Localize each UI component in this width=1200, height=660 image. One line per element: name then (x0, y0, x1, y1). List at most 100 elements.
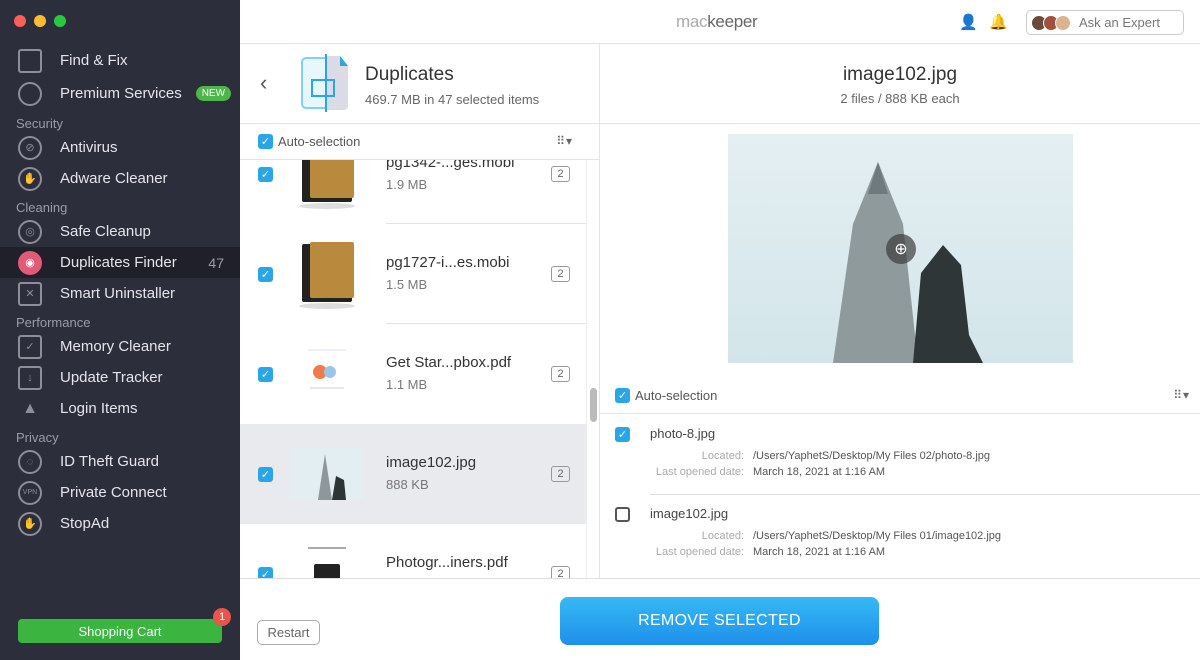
expert-avatars (1031, 14, 1071, 31)
duplicates-file-icon (301, 54, 348, 112)
book-icon (299, 160, 355, 209)
shopping-cart-button[interactable]: Shopping Cart (18, 619, 222, 643)
detail-view-options-button[interactable]: ⠿▾ (1173, 388, 1190, 402)
list-item-selected[interactable]: ✓ image102.jpg 888 KB 2 (240, 424, 586, 524)
item-checkbox[interactable]: ✓ (258, 167, 273, 182)
image-thumbnail (290, 448, 364, 500)
list-scrollbar[interactable] (586, 160, 600, 578)
no-bug-icon: ⊘ (18, 135, 42, 160)
duplicates-list-panel: ‹ Duplicates 469.7 MB in 47 selected ite… (240, 44, 600, 578)
footer: Restart REMOVE SELECTED (240, 578, 1200, 660)
duplicate-entry: image102.jpg Located: /Users/YaphetS/Des… (600, 495, 1200, 575)
duplicate-name: photo-8.jpg (650, 426, 716, 441)
item-checkbox[interactable]: ✓ (258, 467, 273, 482)
sidebar-item-id-theft-guard[interactable]: ◌ ID Theft Guard (0, 446, 240, 477)
item-checkbox[interactable]: ✓ (258, 367, 273, 382)
sidebar-item-premium-services[interactable]: Premium Services NEW (0, 78, 240, 109)
sidebar-item-label: Adware Cleaner (60, 170, 168, 187)
sidebar-item-label: Update Tracker (60, 369, 163, 386)
item-checkbox[interactable]: ✓ (258, 267, 273, 282)
update-icon: ↓ (18, 365, 42, 390)
sidebar-item-find-fix[interactable]: Find & Fix (0, 45, 240, 76)
auto-selection-label: Auto-selection (278, 134, 361, 149)
sidebar-item-antivirus[interactable]: ⊘ Antivirus (0, 132, 240, 163)
duplicate-count: 2 (551, 166, 570, 182)
section-performance: Performance (16, 315, 91, 330)
disc-icon: ◎ (18, 219, 42, 244)
list-item[interactable]: ✓ Get Star...pbox.pdf 1.1 MB 2 (240, 324, 586, 424)
sidebar-item-label: Smart Uninstaller (60, 285, 176, 302)
sidebar-item-safe-cleanup[interactable]: ◎ Safe Cleanup (0, 216, 240, 247)
auto-selection-checkbox[interactable]: ✓ (258, 134, 273, 149)
detail-auto-selection-checkbox[interactable]: ✓ (615, 388, 630, 403)
last-opened-date: March 18, 2021 at 1:16 AM (753, 466, 886, 478)
sidebar-item-label: Premium Services (60, 85, 182, 102)
view-options-button[interactable]: ⠿▾ (556, 134, 573, 148)
minimize-window-button[interactable] (34, 15, 46, 27)
pdf-thumbnail (300, 540, 354, 578)
duplicate-count: 2 (551, 566, 570, 578)
pdf-thumbnail (300, 340, 354, 408)
close-window-button[interactable] (14, 15, 26, 27)
sidebar-item-adware-cleaner[interactable]: ✋ Adware Cleaner (0, 163, 240, 194)
hand-stop-icon: ✋ (18, 511, 42, 536)
fingerprint-icon: ◌ (18, 449, 42, 474)
sidebar-item-smart-uninstaller[interactable]: ✕ Smart Uninstaller (0, 278, 240, 309)
zoom-window-button[interactable] (54, 15, 66, 27)
bell-icon[interactable]: 🔔 (989, 13, 1008, 31)
sidebar-item-label: Duplicates Finder (60, 254, 177, 271)
monitor-icon (18, 48, 42, 73)
remove-selected-button[interactable]: REMOVE SELECTED (560, 597, 879, 645)
vpn-shield-icon: VPN (18, 480, 42, 505)
sidebar: Find & Fix Premium Services NEW Security … (0, 0, 240, 660)
located-label: Located: (701, 530, 744, 542)
duplicate-name: image102.jpg (650, 506, 729, 521)
sidebar-item-duplicates-finder[interactable]: ◉ Duplicates Finder 47 (0, 247, 240, 278)
last-opened-date: March 18, 2021 at 1:16 AM (753, 546, 886, 558)
page-title: Duplicates (365, 64, 454, 85)
ask-expert-button[interactable]: Ask an Expert (1026, 10, 1184, 35)
duplicate-count: 2 (551, 266, 570, 282)
section-security: Security (16, 116, 63, 131)
sidebar-item-memory-cleaner[interactable]: ✓ Memory Cleaner (0, 331, 240, 362)
file-name: image102.jpg (386, 454, 477, 471)
duplicate-checkbox[interactable] (615, 507, 630, 522)
sidebar-item-label: Private Connect (60, 484, 167, 501)
rocket-icon: ▲ (22, 399, 38, 417)
account-icon[interactable]: 👤 (959, 13, 978, 31)
file-name: Photogr...iners.pdf (386, 554, 508, 571)
list-item[interactable]: ✓ pg1727-i...es.mobi 1.5 MB 2 (240, 224, 586, 324)
ask-expert-label: Ask an Expert (1079, 15, 1160, 30)
detail-title: image102.jpg (842, 64, 958, 85)
sidebar-item-update-tracker[interactable]: ↓ Update Tracker (0, 362, 240, 393)
checklist-icon: ✓ (18, 334, 42, 359)
file-list: ✓ pg1342-...ges.mobi 1.9 MB 2 ✓ pg1727-i… (240, 160, 586, 578)
item-checkbox[interactable]: ✓ (258, 567, 273, 578)
zoom-in-icon[interactable]: ⊕ (886, 234, 916, 264)
trash-icon: ✕ (18, 281, 42, 306)
restart-button[interactable]: Restart (257, 620, 320, 645)
file-size: 1.9 MB (386, 177, 428, 192)
duplicate-entry: ✓ photo-8.jpg Located: /Users/YaphetS/De… (600, 415, 1200, 495)
window-controls (14, 15, 66, 27)
cart-badge: 1 (213, 608, 231, 626)
back-button[interactable]: ‹ (260, 70, 267, 96)
hand-icon: ✋ (18, 166, 42, 191)
sidebar-item-stopad[interactable]: ✋ StopAd (0, 508, 240, 539)
sidebar-item-private-connect[interactable]: VPN Private Connect (0, 477, 240, 508)
sidebar-item-login-items[interactable]: ▲ Login Items (0, 393, 240, 424)
file-path: /Users/YaphetS/Desktop/My Files 01/image… (753, 530, 1002, 542)
file-name: pg1342-...ges.mobi (386, 160, 515, 171)
sidebar-item-label: StopAd (60, 515, 110, 532)
image-preview[interactable]: ⊕ (728, 134, 1073, 363)
list-item[interactable]: ✓ pg1342-...ges.mobi 1.9 MB 2 (240, 160, 586, 224)
top-bar: mackeeper 👤 🔔 Ask an Expert (240, 0, 1200, 44)
list-item[interactable]: ✓ Photogr...iners.pdf 2 (240, 524, 586, 578)
duplicate-checkbox[interactable]: ✓ (615, 427, 630, 442)
headset-icon (18, 81, 42, 106)
last-opened-label: Last opened date: (655, 546, 744, 558)
located-label: Located: (701, 450, 744, 462)
duplicate-count: 2 (551, 466, 570, 482)
sidebar-item-label: Find & Fix (60, 52, 128, 69)
scrollbar-thumb[interactable] (590, 388, 597, 422)
